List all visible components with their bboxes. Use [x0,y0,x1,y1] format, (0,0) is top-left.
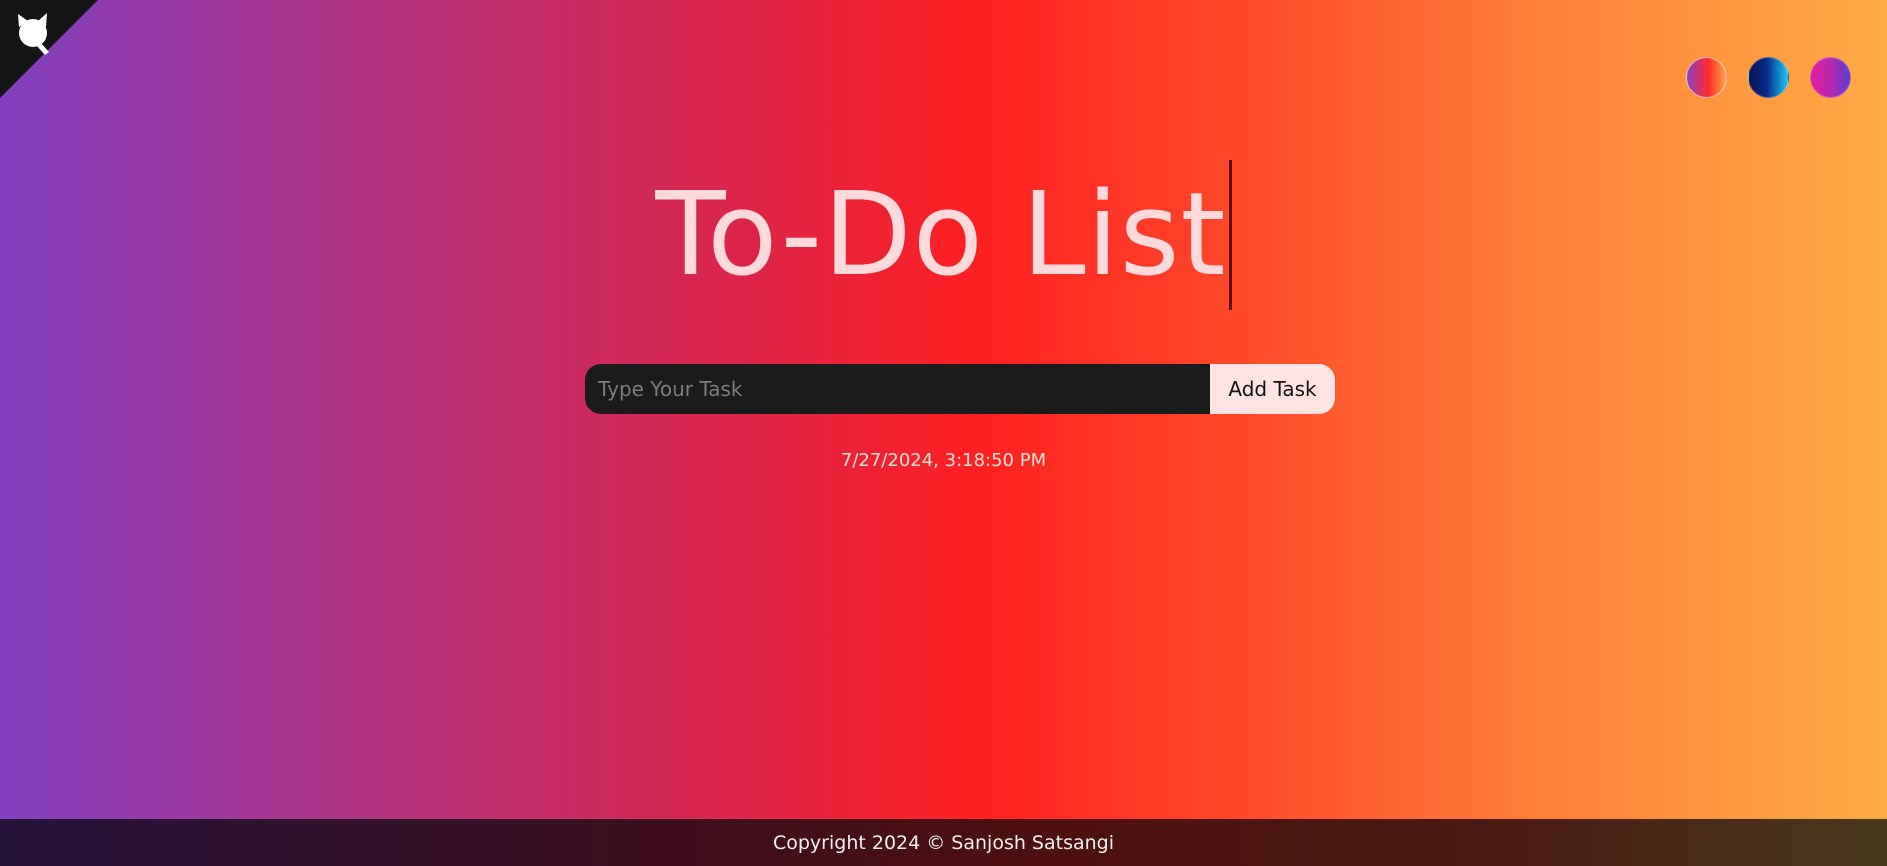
theme-swatch-magenta[interactable] [1810,57,1851,98]
task-input[interactable] [585,364,1210,414]
add-task-button[interactable]: Add Task [1210,364,1335,414]
footer: Copyright 2024 © Sanjosh Satsangi [0,819,1887,866]
theme-switcher [1686,57,1851,98]
page-title: To-Do List [655,160,1232,310]
theme-swatch-ocean[interactable] [1748,57,1789,98]
current-datetime: 7/27/2024, 3:18:50 PM [840,450,1047,471]
title-container: To-Do List [0,160,1887,310]
github-corner-link[interactable] [0,0,98,98]
github-corner-icon [0,0,98,98]
task-form: Add Task [585,364,1335,414]
theme-swatch-sunset[interactable] [1686,57,1727,98]
copyright-text: Copyright 2024 © Sanjosh Satsangi [772,831,1115,854]
